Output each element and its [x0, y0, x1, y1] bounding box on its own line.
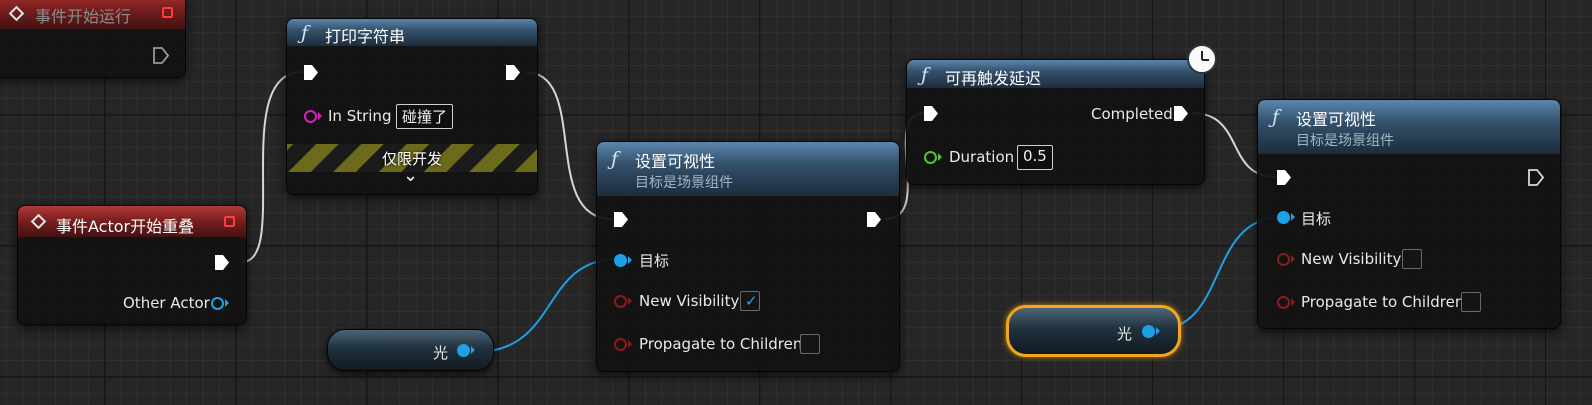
event-icon [8, 5, 25, 22]
pin-arrow-icon [225, 299, 229, 307]
new-visibility-pin[interactable] [614, 295, 627, 308]
exec-in-pin[interactable] [613, 211, 629, 228]
duration-label: Duration [949, 148, 1015, 166]
checkmark-icon: ✓ [745, 292, 758, 310]
function-icon: ƒ [301, 22, 309, 44]
exec-out-pin[interactable] [505, 64, 521, 81]
propagate-pin[interactable] [614, 338, 627, 351]
pin-arrow-icon [1156, 327, 1160, 335]
new-visibility-label: New Visibility [1301, 250, 1402, 268]
pin-arrow-icon [471, 346, 475, 354]
node-set-visibility[interactable]: ƒ 设置可视性 目标是场景组件 目标 New Visibility ✓ Prop… [596, 141, 900, 372]
exec-out-pin[interactable] [1528, 169, 1544, 186]
completed-exec-pin[interactable] [1173, 105, 1189, 122]
target-label: 目标 [1301, 210, 1332, 228]
node-title: 设置可视性 [1296, 110, 1377, 129]
duration-input[interactable]: 0.5 [1017, 145, 1053, 170]
node-header: 事件Actor开始重叠 [18, 206, 246, 237]
node-print-string[interactable]: ƒ 打印字符串 In String 碰撞了 仅限开发 ⌄ [286, 18, 538, 195]
other-actor-pin[interactable] [211, 297, 224, 310]
propagate-label: Propagate to Children [639, 335, 803, 353]
node-header: ƒ 打印字符串 [287, 19, 537, 46]
event-icon [30, 213, 47, 230]
function-icon: ƒ [1272, 106, 1280, 128]
function-icon: ƒ [611, 148, 619, 170]
node-title: 打印字符串 [325, 27, 406, 46]
object-out-pin[interactable] [1142, 325, 1155, 338]
function-icon: ƒ [921, 64, 929, 86]
target-pin[interactable] [614, 254, 627, 267]
exec-in-pin[interactable] [303, 64, 319, 81]
pin-arrow-icon [628, 297, 632, 305]
variable-node-light-selected[interactable]: 光 [1006, 305, 1181, 357]
expand-chevron-icon[interactable]: ⌄ [403, 165, 418, 186]
propagate-pin[interactable] [1277, 296, 1290, 309]
pin-arrow-icon [628, 340, 632, 348]
variable-label: 光 [433, 344, 449, 362]
pin-arrow-icon [938, 153, 942, 161]
string-pin[interactable] [304, 110, 317, 123]
exec-in-pin[interactable] [923, 105, 939, 122]
node-header: ƒ 设置可视性 目标是场景组件 [1258, 100, 1560, 154]
completed-label: Completed [1091, 105, 1173, 123]
node-subtitle: 目标是场景组件 [1296, 133, 1394, 149]
other-actor-label: Other Actor [123, 294, 210, 312]
new-visibility-checkbox[interactable] [1402, 249, 1422, 269]
exec-in-pin[interactable] [1276, 169, 1292, 186]
new-visibility-label: New Visibility [639, 292, 740, 310]
node-event-actor-begin-overlap[interactable]: 事件Actor开始重叠 Other Actor [17, 205, 247, 325]
exec-out-pin[interactable] [214, 254, 230, 271]
target-pin[interactable] [1277, 211, 1290, 224]
propagate-checkbox[interactable] [1461, 292, 1481, 312]
node-title: 可再触发延迟 [945, 69, 1042, 88]
new-visibility-pin[interactable] [1277, 253, 1290, 266]
in-string-input[interactable]: 碰撞了 [396, 104, 454, 129]
node-title: 事件开始运行 [35, 7, 132, 26]
node-set-visibility[interactable]: ƒ 设置可视性 目标是场景组件 目标 New Visibility Propag… [1257, 99, 1561, 329]
exec-out-pin[interactable] [866, 211, 882, 228]
node-event-begin-play[interactable]: 事件开始运行 [0, 0, 186, 78]
variable-label: 光 [1117, 325, 1133, 343]
node-retriggerable-delay[interactable]: ƒ 可再触发延迟 Completed Duration 0.5 [906, 59, 1205, 185]
propagate-label: Propagate to Children [1301, 293, 1465, 311]
pin-arrow-icon [318, 112, 322, 120]
pin-arrow-icon [1291, 213, 1295, 221]
object-out-pin[interactable] [457, 344, 470, 357]
pin-arrow-icon [1291, 298, 1295, 306]
exec-out-pin[interactable] [153, 47, 169, 64]
pin-arrow-icon [628, 256, 632, 264]
duration-pin[interactable] [924, 151, 937, 164]
node-header: ƒ 设置可视性 目标是场景组件 [597, 142, 899, 196]
in-string-label: In String [328, 107, 392, 125]
node-title: 设置可视性 [635, 152, 716, 171]
pin-arrow-icon [1291, 255, 1295, 263]
stop-icon [162, 7, 173, 18]
node-header: 事件开始运行 [0, 0, 185, 29]
target-label: 目标 [639, 252, 670, 270]
propagate-checkbox[interactable] [800, 334, 820, 354]
stop-icon [224, 216, 235, 227]
node-subtitle: 目标是场景组件 [635, 175, 733, 191]
node-title: 事件Actor开始重叠 [56, 217, 195, 236]
node-header: ƒ 可再触发延迟 [907, 60, 1204, 88]
new-visibility-checkbox[interactable]: ✓ [740, 291, 760, 311]
variable-node-light[interactable]: 光 [327, 329, 494, 371]
latent-clock-icon [1187, 44, 1217, 74]
